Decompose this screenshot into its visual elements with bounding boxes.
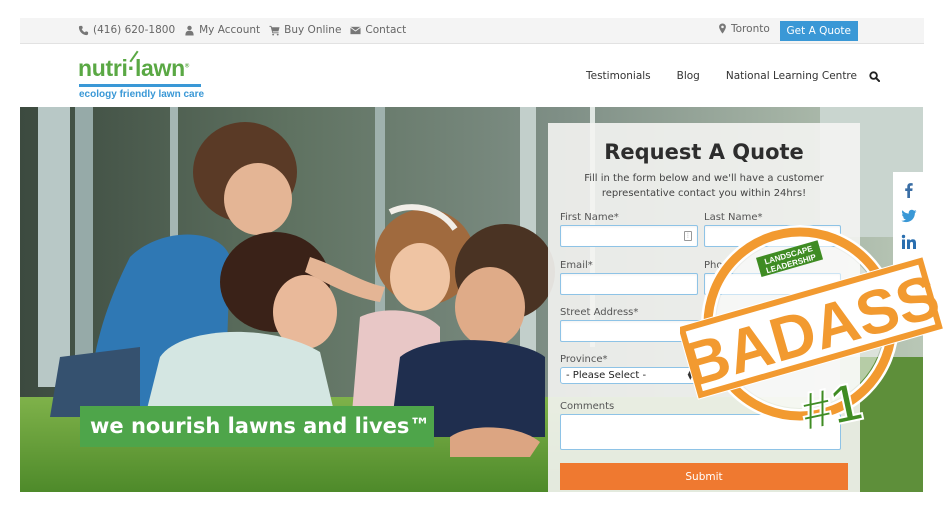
logo-registered-mark: ®: [184, 63, 190, 70]
map-pin-icon: [719, 23, 726, 34]
form-subtitle: Fill in the form below and we'll have a …: [584, 173, 824, 199]
email-field[interactable]: [560, 273, 698, 295]
logo-tagline: ecology friendly lawn care: [79, 89, 205, 100]
get-a-quote-button[interactable]: Get A Quote: [779, 21, 858, 41]
street-address-label: Street Address*: [560, 307, 639, 318]
facebook-icon[interactable]: [901, 182, 917, 198]
nav-blog[interactable]: Blog: [677, 70, 700, 82]
contact-link[interactable]: Contact: [350, 24, 406, 36]
user-icon: [185, 25, 194, 36]
logo-wordmark-text: nutri·lawn: [78, 55, 185, 81]
location-selector[interactable]: Toronto: [717, 23, 770, 35]
my-account-label: My Account: [199, 24, 261, 36]
badge-rank-text: #1: [796, 371, 867, 435]
phone-icon: [78, 25, 89, 35]
province-label: Province*: [560, 354, 608, 365]
nutri-lawn-logo[interactable]: nutri·lawn® ecology friendly lawn care: [78, 50, 208, 102]
province-select[interactable]: - Please Select - ▲▼: [560, 367, 698, 384]
hero-tagline: we nourish lawns and lives™: [80, 406, 434, 447]
my-account-link[interactable]: My Account: [184, 24, 260, 36]
logo-underline: [79, 84, 201, 87]
contact-label: Contact: [365, 24, 407, 36]
form-title: Request A Quote: [604, 140, 804, 164]
utility-right: Toronto Get A Quote: [717, 21, 858, 41]
email-label: Email*: [560, 260, 593, 271]
search-icon[interactable]: [869, 70, 880, 82]
first-name-label: First Name*: [560, 212, 619, 223]
submit-button[interactable]: Submit: [560, 463, 848, 490]
phone-number: (416) 620-1800: [93, 24, 176, 36]
buy-online-link[interactable]: Buy Online: [269, 24, 341, 36]
location-label: Toronto: [731, 22, 770, 35]
badge-rank: #1: [795, 370, 868, 435]
buy-online-label: Buy Online: [284, 24, 342, 36]
phone-link[interactable]: (416) 620-1800: [78, 24, 175, 36]
utility-links: (416) 620-1800 My Account Buy Online Con…: [78, 24, 406, 36]
comments-label: Comments: [560, 401, 615, 412]
cart-icon: [269, 25, 280, 36]
envelope-icon: [350, 26, 362, 34]
province-selected-value: - Please Select -: [566, 370, 647, 381]
nav-national-learning-centre[interactable]: National Learning Centre: [726, 70, 857, 82]
logo-wordmark: nutri·lawn®: [78, 55, 189, 82]
landscape-leadership-badge: BADASS LANDSCAPE LEADERSHIP #1: [680, 225, 944, 435]
nav-testimonials[interactable]: Testimonials: [586, 70, 651, 82]
utility-bar: (416) 620-1800 My Account Buy Online Con…: [20, 18, 924, 44]
first-name-field[interactable]: ⋮: [560, 225, 698, 247]
main-nav: Testimonials Blog National Learning Cent…: [586, 70, 880, 82]
